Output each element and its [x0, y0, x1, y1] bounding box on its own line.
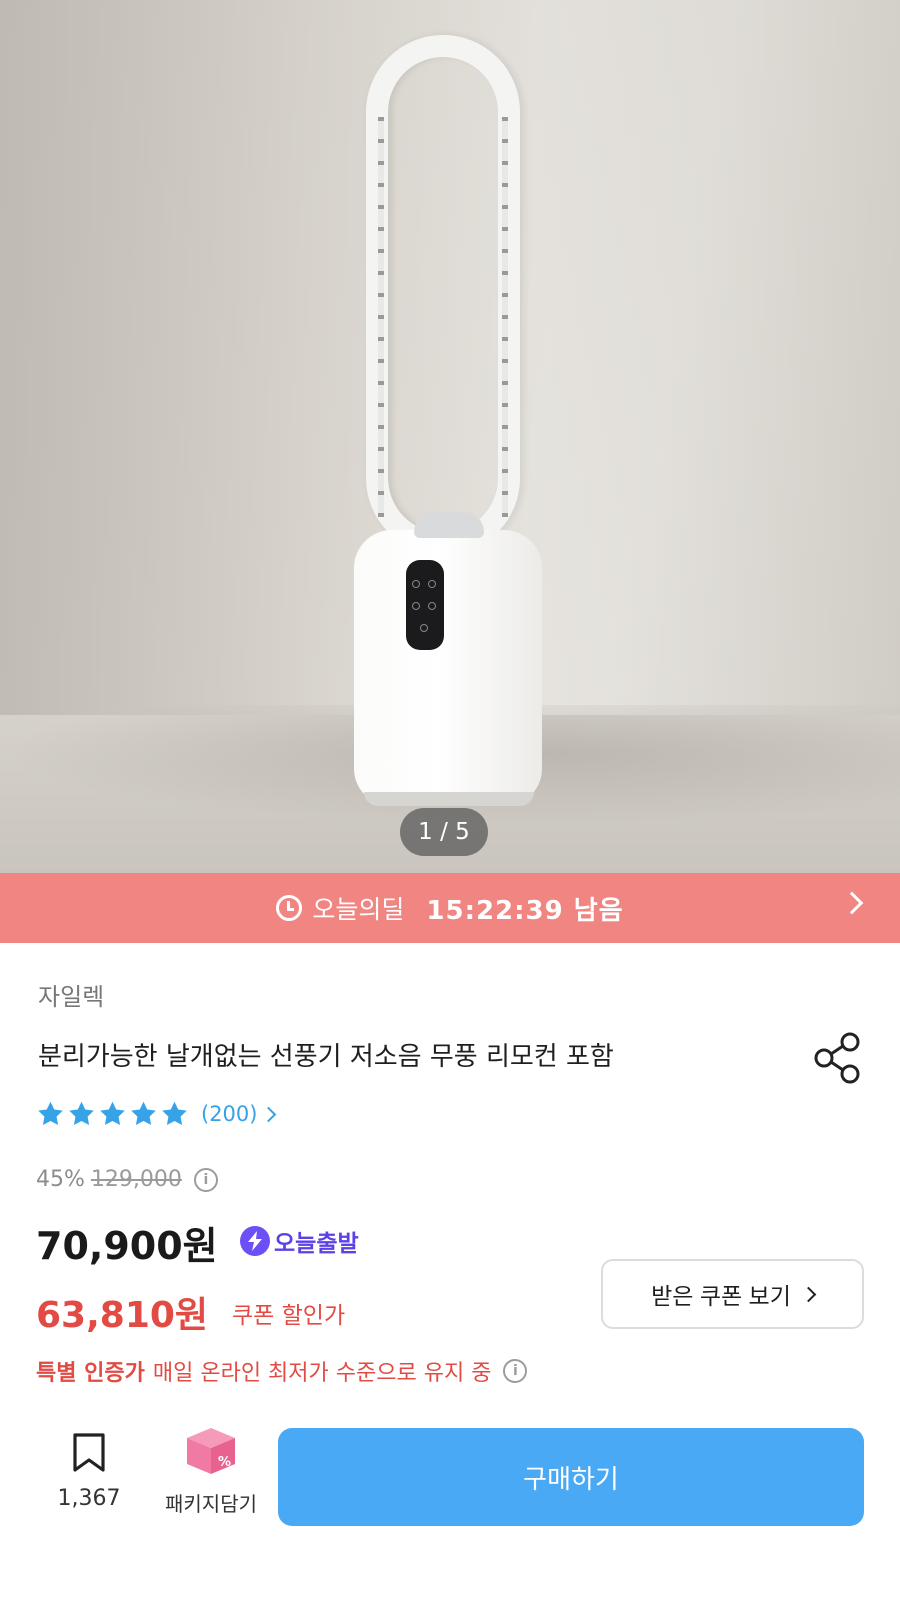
- bookmark-count: 1,367: [57, 1486, 121, 1511]
- share-icon[interactable]: [812, 1030, 862, 1086]
- delivery-badge: 오늘출발: [240, 1224, 359, 1258]
- chevron-right-icon: [840, 891, 864, 915]
- fan-control-panel: [406, 560, 444, 650]
- deal-countdown: 15:22:39 남음: [426, 895, 624, 926]
- buy-button[interactable]: 구매하기: [278, 1428, 864, 1526]
- chevron-right-icon: [261, 1106, 277, 1122]
- bookmark-button[interactable]: 1,367: [54, 1432, 124, 1511]
- star-icon: [69, 1101, 94, 1125]
- star-icon: [131, 1101, 156, 1125]
- fan-grille-left: [378, 117, 384, 517]
- fan-body: [354, 512, 542, 805]
- coupon-price-label: 쿠폰 할인가: [232, 1303, 346, 1329]
- package-box-icon: %: [185, 1426, 237, 1476]
- todays-deal-banner[interactable]: 오늘의딜 15:22:39 남음: [0, 873, 900, 943]
- lightning-icon: [240, 1226, 270, 1256]
- svg-text:%: %: [218, 1455, 231, 1470]
- special-price-notice: 특별 인증가 매일 온라인 최저가 수준으로 유지 중 i: [36, 1355, 528, 1387]
- discount-percent: 45%: [36, 1167, 85, 1192]
- sale-price: 70,900원: [36, 1224, 218, 1268]
- fan-grille-right: [502, 117, 508, 517]
- info-icon[interactable]: i: [193, 1167, 218, 1192]
- star-icon: [100, 1101, 125, 1125]
- fan-neck: [414, 512, 484, 538]
- fan-loop: [366, 35, 520, 555]
- deal-label: 오늘의딜: [312, 895, 405, 924]
- package-add-button[interactable]: % 패키지담기: [152, 1426, 270, 1517]
- original-price: 129,000: [90, 1167, 182, 1192]
- package-add-label: 패키지담기: [165, 1492, 257, 1516]
- info-icon[interactable]: i: [503, 1359, 528, 1383]
- special-price-label: 특별 인증가: [36, 1361, 145, 1386]
- chevron-right-icon: [800, 1286, 817, 1302]
- discount-row: 45% 129,000 i: [36, 1167, 218, 1192]
- product-image[interactable]: 1 / 5: [0, 0, 900, 873]
- image-pager: 1 / 5: [400, 808, 488, 856]
- rating-summary[interactable]: (200): [36, 1100, 277, 1128]
- star-icon: [38, 1101, 63, 1125]
- special-price-desc: 매일 온라인 최저가 수준으로 유지 중: [152, 1361, 492, 1386]
- review-count: (200): [201, 1102, 258, 1126]
- star-icon: [162, 1101, 187, 1125]
- bookmark-icon: [73, 1433, 105, 1472]
- product-title: 분리가능한 날개없는 선풍기 저소음 무풍 리모컨 포함: [38, 1042, 614, 1072]
- view-coupons-label: 받은 쿠폰 보기: [651, 1283, 791, 1309]
- fan-base: [364, 792, 534, 806]
- clock-icon: [276, 895, 303, 921]
- view-coupons-button[interactable]: 받은 쿠폰 보기: [601, 1259, 864, 1329]
- star-rating: [36, 1100, 189, 1128]
- brand-name[interactable]: 자일렉: [38, 977, 104, 1012]
- coupon-price: 63,810원: [36, 1295, 209, 1336]
- delivery-badge-label: 오늘출발: [274, 1231, 359, 1257]
